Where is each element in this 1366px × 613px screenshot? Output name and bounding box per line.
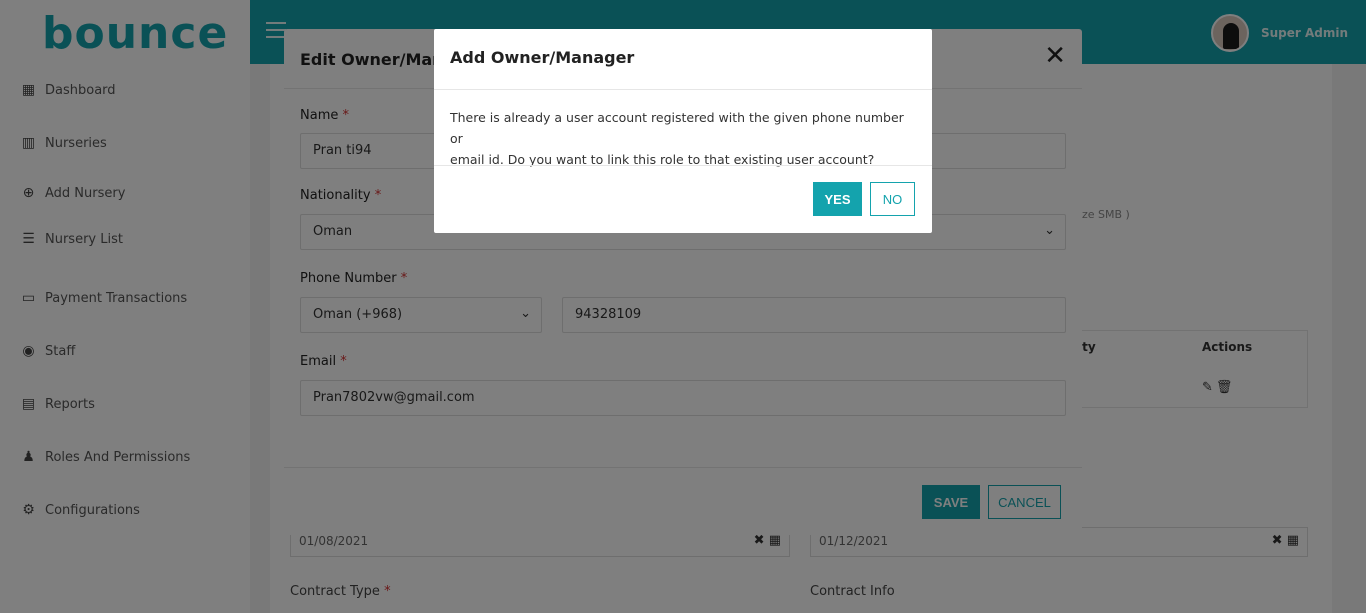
no-button[interactable]: NO	[870, 182, 915, 216]
dialog-title: Add Owner/Manager	[450, 48, 635, 67]
dialog-footer-divider	[434, 165, 932, 166]
yes-button[interactable]: YES	[813, 182, 862, 216]
dialog-header: Add Owner/Manager	[434, 29, 932, 90]
dialog-message: There is already a user account register…	[450, 107, 920, 170]
dialog-message-line: email id. Do you want to link this role …	[450, 152, 875, 167]
dialog-message-line: There is already a user account register…	[450, 110, 904, 146]
add-owner-confirm-dialog: Add Owner/Manager There is already a use…	[434, 29, 932, 233]
